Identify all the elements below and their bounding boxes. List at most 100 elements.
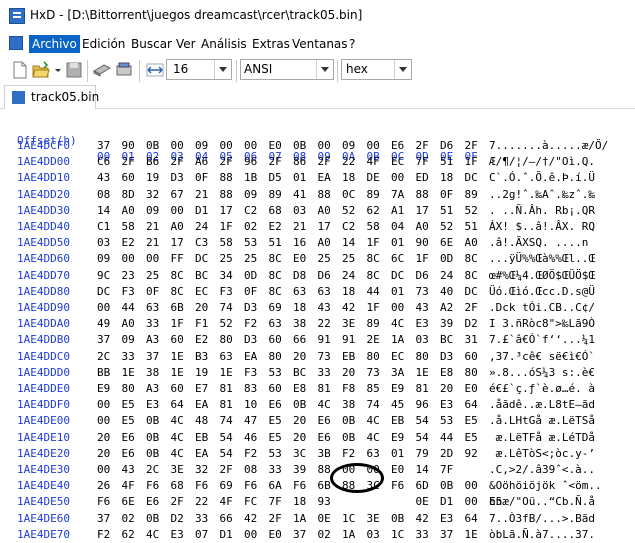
decoded-text[interactable]: Æ/¶/¦/–/†/"Oì.Q. [489, 154, 595, 170]
hex-byte[interactable]: 8C [465, 268, 483, 284]
hex-byte[interactable]: 2E [367, 332, 385, 348]
hex-byte[interactable]: 52 [440, 219, 458, 235]
hex-byte[interactable]: 0B [391, 511, 409, 527]
hex-byte[interactable]: EB [342, 349, 360, 365]
hex-byte[interactable]: 48 [195, 413, 213, 429]
hex-byte[interactable]: 08 [97, 187, 115, 203]
decoded-text[interactable]: .åãdê..æ.L8tE–ãd [489, 397, 595, 413]
hex-byte[interactable]: E5 [465, 413, 483, 429]
hex-byte[interactable]: 8C [367, 251, 385, 267]
hex-byte[interactable]: 89 [465, 187, 483, 203]
hex-byte[interactable]: 14 [97, 203, 115, 219]
hex-byte[interactable]: 33 [122, 349, 140, 365]
hex-byte[interactable]: 1E [171, 349, 189, 365]
hex-byte[interactable]: C2 [244, 203, 262, 219]
hex-byte[interactable]: 22 [195, 494, 213, 510]
hex-byte[interactable]: 93 [318, 494, 336, 510]
hex-byte[interactable]: 40 [440, 284, 458, 300]
hex-byte[interactable]: 20 [195, 300, 213, 316]
hex-byte[interactable]: 25 [318, 251, 336, 267]
hex-byte[interactable]: F6 [97, 494, 115, 510]
hex-byte[interactable]: 19 [195, 365, 213, 381]
hex-byte[interactable]: 46 [244, 430, 262, 446]
hex-byte[interactable]: 53 [269, 365, 287, 381]
hex-byte[interactable]: 51 [440, 203, 458, 219]
hex-byte[interactable]: 03 [293, 203, 311, 219]
hex-byte[interactable]: E5 [269, 430, 287, 446]
hex-byte[interactable]: 58 [220, 235, 238, 251]
hex-byte[interactable]: 22 [318, 316, 336, 332]
decoded-text[interactable]: ,37.³cê€ së€ì€Ó` [489, 349, 595, 365]
hex-byte[interactable]: 62 [367, 203, 385, 219]
hex-byte[interactable]: E0 [269, 527, 287, 543]
hex-byte[interactable]: A3 [146, 332, 164, 348]
hex-byte[interactable]: 09 [244, 187, 262, 203]
hex-byte[interactable]: A3 [146, 381, 164, 397]
hex-byte[interactable]: 1F [367, 300, 385, 316]
hex-byte[interactable]: 83 [244, 381, 262, 397]
hex-byte[interactable]: E9 [391, 430, 409, 446]
hex-byte[interactable]: 96 [416, 397, 434, 413]
hex-byte[interactable]: 09 [195, 138, 213, 154]
hex-byte[interactable]: 4F [367, 154, 385, 170]
hex-byte[interactable]: 4C [367, 413, 385, 429]
hex-byte[interactable]: E6 [122, 430, 140, 446]
hex-byte[interactable]: 74 [367, 397, 385, 413]
hex-byte[interactable]: 43 [416, 300, 434, 316]
hex-byte[interactable]: 00 [97, 462, 115, 478]
hex-byte[interactable]: EA [195, 397, 213, 413]
menu-archivo[interactable]: Archivo [29, 35, 80, 53]
hex-byte[interactable]: 66 [220, 511, 238, 527]
hex-byte[interactable]: 64 [171, 397, 189, 413]
hex-byte[interactable]: 00 [97, 397, 115, 413]
hex-byte[interactable]: A0 [416, 219, 434, 235]
hex-byte[interactable]: 41 [293, 187, 311, 203]
hex-byte[interactable]: D1 [220, 527, 238, 543]
hex-byte[interactable]: 00 [391, 170, 409, 186]
hex-byte[interactable]: A1 [391, 203, 409, 219]
hex-byte[interactable]: 0F [146, 284, 164, 300]
hex-byte[interactable]: D6 [440, 138, 458, 154]
hex-byte[interactable]: 74 [220, 413, 238, 429]
hex-byte[interactable]: 73 [416, 284, 434, 300]
hex-byte[interactable]: 24 [440, 268, 458, 284]
hex-byte[interactable]: E5 [269, 413, 287, 429]
hex-byte[interactable]: 21 [195, 187, 213, 203]
hex-byte[interactable]: 0B [146, 511, 164, 527]
hex-byte[interactable]: 2F [465, 138, 483, 154]
hex-byte[interactable]: 34 [220, 268, 238, 284]
hex-byte[interactable]: 18 [293, 300, 311, 316]
hex-byte[interactable]: 90 [416, 235, 434, 251]
decoded-text[interactable]: I 3.ñRòc8">‰Lã9Ò [489, 316, 595, 332]
hex-byte[interactable]: 16 [293, 235, 311, 251]
hex-byte[interactable]: C2 [342, 219, 360, 235]
hex-byte[interactable]: 04 [391, 219, 409, 235]
hex-byte[interactable]: 24 [342, 268, 360, 284]
hex-byte[interactable]: E2 [195, 332, 213, 348]
menu-ver[interactable]: Ver [175, 37, 197, 51]
decoded-text[interactable]: ..2g!ˆ.‰Aˆ.‰zˆ.‰ [489, 187, 595, 203]
hex-byte[interactable]: 2F [416, 138, 434, 154]
hex-byte[interactable]: 7F [416, 154, 434, 170]
hex-byte[interactable]: 25 [244, 251, 262, 267]
hex-byte[interactable]: 26 [97, 478, 115, 494]
hex-byte[interactable]: 38 [146, 365, 164, 381]
hex-byte[interactable]: 1C [391, 527, 409, 543]
hex-byte[interactable]: 17 [171, 235, 189, 251]
hex-byte[interactable]: 37 [440, 527, 458, 543]
hex-byte[interactable]: E5 [122, 413, 140, 429]
hex-byte[interactable]: EA [195, 446, 213, 462]
hex-byte[interactable]: 54 [220, 446, 238, 462]
hex-byte[interactable]: 79 [416, 446, 434, 462]
hex-byte[interactable]: 4F [220, 494, 238, 510]
offset-base-select[interactable]: hex [341, 59, 412, 80]
hex-byte[interactable]: 02 [244, 219, 262, 235]
hex-byte[interactable]: 38 [342, 397, 360, 413]
decoded-text[interactable]: æ.LêTòS<;òc.y-’ [489, 446, 595, 462]
hex-byte[interactable]: 91 [342, 332, 360, 348]
hex-byte[interactable]: 1E [416, 365, 434, 381]
hex-byte[interactable]: D3 [440, 349, 458, 365]
hex-byte[interactable]: E7 [195, 381, 213, 397]
hex-byte[interactable]: E5 [122, 397, 140, 413]
hex-byte[interactable]: 25 [146, 268, 164, 284]
